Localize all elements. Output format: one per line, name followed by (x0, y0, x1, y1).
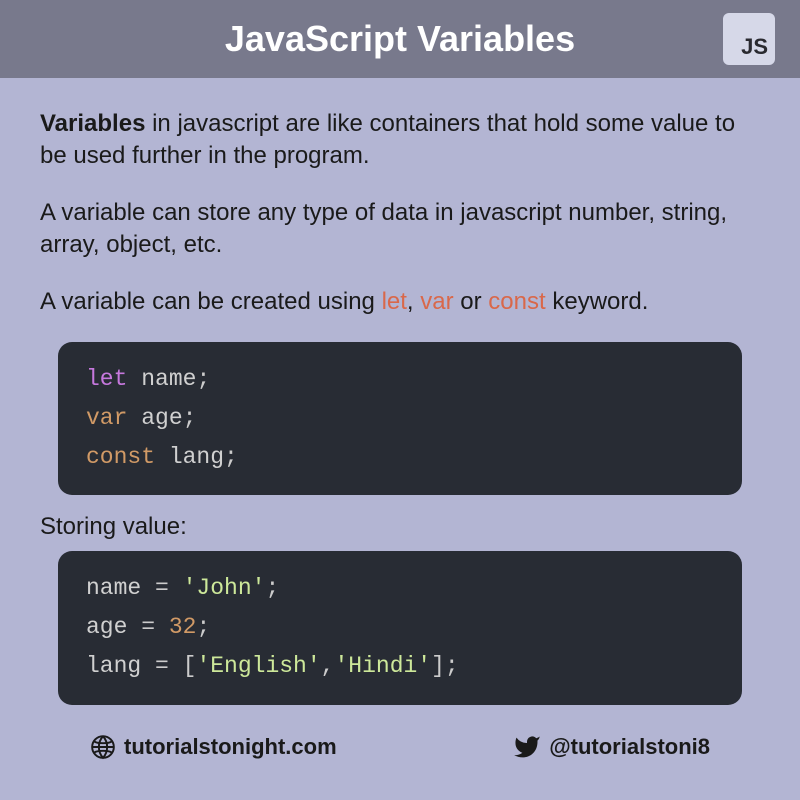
intro-text-1: in javascript are like containers that h… (40, 110, 735, 169)
code-keyword-const: const (86, 444, 155, 470)
code-number-32: 32 (169, 614, 197, 640)
keyword-let: let (382, 288, 407, 315)
p3-sep2: or (454, 288, 489, 315)
code-ident-name: name (127, 366, 196, 392)
code-line-1: let name; (86, 360, 714, 399)
intro-paragraph-2: A variable can store any type of data in… (40, 197, 760, 262)
keyword-const: const (488, 288, 545, 315)
p3-pre: A variable can be created using (40, 288, 382, 315)
code-ident-age: age (127, 405, 182, 431)
code-block-assignments: name = 'John'; age = 32; lang = ['Englis… (58, 551, 742, 704)
p3-post: keyword. (546, 288, 649, 315)
code-line-1: name = 'John'; (86, 569, 714, 608)
code-ident-lang: lang (86, 653, 155, 679)
code-line-3: lang = ['English','Hindi']; (86, 647, 714, 686)
code-punc: ; (265, 575, 279, 601)
code-block-declarations: let name; var age; const lang; (58, 342, 742, 495)
js-badge-icon: JS (723, 13, 775, 65)
code-ident-name: name (86, 575, 155, 601)
code-line-2: age = 32; (86, 608, 714, 647)
code-string-english: 'English' (196, 653, 320, 679)
code-string-john: 'John' (183, 575, 266, 601)
twitter-text: @tutorialstoni8 (549, 734, 710, 760)
twitter-icon (513, 733, 541, 761)
footer: tutorialstonight.com @tutorialstoni8 (0, 723, 800, 761)
code-ident-age: age (86, 614, 141, 640)
storing-value-label: Storing value: (40, 513, 760, 541)
content-area: Variables in javascript are like contain… (0, 78, 800, 705)
code-ident-lang: lang (155, 444, 224, 470)
code-keyword-let: let (86, 366, 127, 392)
code-punc: ; (224, 444, 238, 470)
globe-icon (90, 734, 116, 760)
code-keyword-var: var (86, 405, 127, 431)
keyword-var: var (420, 288, 453, 315)
p3-sep1: , (407, 288, 420, 315)
intro-paragraph-1: Variables in javascript are like contain… (40, 108, 760, 173)
website-text: tutorialstonight.com (124, 734, 337, 760)
code-op-bracket: = [ (155, 653, 196, 679)
code-line-2: var age; (86, 399, 714, 438)
website-link: tutorialstonight.com (90, 734, 337, 760)
code-line-3: const lang; (86, 438, 714, 477)
intro-paragraph-3: A variable can be created using let, var… (40, 286, 760, 318)
page-title: JavaScript Variables (225, 18, 575, 60)
code-op: = (155, 575, 183, 601)
code-op: = (141, 614, 169, 640)
code-punc: ; (183, 405, 197, 431)
variables-term: Variables (40, 110, 145, 137)
twitter-link: @tutorialstoni8 (513, 733, 710, 761)
code-sep: , (321, 653, 335, 679)
code-string-hindi: 'Hindi' (334, 653, 431, 679)
code-punc: ; (196, 366, 210, 392)
code-punc: ; (196, 614, 210, 640)
header-bar: JavaScript Variables JS (0, 0, 800, 78)
code-close: ]; (431, 653, 459, 679)
